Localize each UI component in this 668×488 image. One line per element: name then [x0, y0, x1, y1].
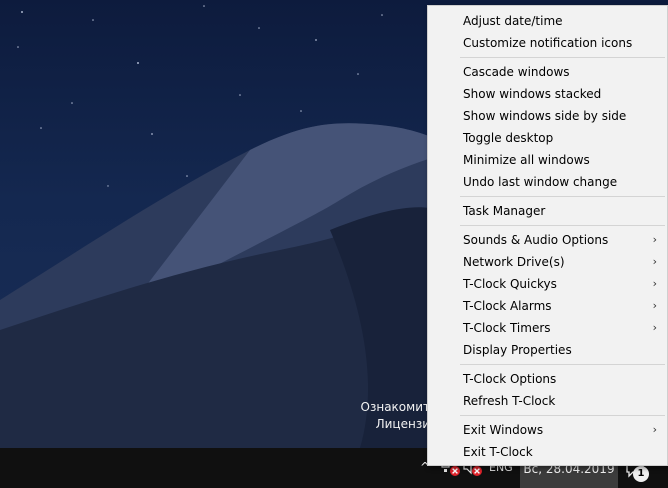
menu-separator	[460, 57, 665, 58]
menu-item-label: Sounds & Audio Options	[463, 233, 609, 247]
menu-item-toggle-desktop[interactable]: Toggle desktop	[429, 127, 667, 149]
menu-item-tclock-timers[interactable]: T-Clock Timers ›	[429, 317, 667, 339]
menu-item-label: Show windows stacked	[463, 87, 602, 101]
menu-item-show-windows-side-by-side[interactable]: Show windows side by side	[429, 105, 667, 127]
menu-item-tclock-alarms[interactable]: T-Clock Alarms ›	[429, 295, 667, 317]
menu-item-label: Undo last window change	[463, 175, 618, 189]
menu-separator	[460, 364, 665, 365]
notification-count-badge: 1	[633, 466, 649, 482]
tclock-context-menu: Adjust date/time Customize notification …	[427, 5, 668, 466]
menu-item-customize-notification-icons[interactable]: Customize notification icons	[429, 32, 667, 54]
menu-item-network-drives[interactable]: Network Drive(s) ›	[429, 251, 667, 273]
menu-item-label: Customize notification icons	[463, 36, 633, 50]
menu-item-cascade-windows[interactable]: Cascade windows	[429, 61, 667, 83]
menu-item-label: T-Clock Timers	[463, 321, 551, 335]
menu-item-label: Toggle desktop	[463, 131, 554, 145]
submenu-arrow-icon: ›	[652, 255, 657, 268]
submenu-arrow-icon: ›	[652, 321, 657, 334]
menu-item-label: T-Clock Alarms	[463, 299, 552, 313]
menu-item-adjust-date-time[interactable]: Adjust date/time	[429, 10, 667, 32]
menu-item-tclock-quickys[interactable]: T-Clock Quickys ›	[429, 273, 667, 295]
menu-separator	[460, 196, 665, 197]
submenu-arrow-icon: ›	[652, 233, 657, 246]
watermark-line-2: Лицензи	[375, 417, 430, 431]
menu-item-label: Refresh T-Clock	[463, 394, 556, 408]
menu-item-label: Task Manager	[463, 204, 546, 218]
menu-item-label: Minimize all windows	[463, 153, 590, 167]
submenu-arrow-icon: ›	[652, 299, 657, 312]
submenu-arrow-icon: ›	[652, 277, 657, 290]
activation-watermark: Ознакомит Лицензи	[361, 399, 430, 433]
menu-separator	[460, 225, 665, 226]
menu-item-tclock-options[interactable]: T-Clock Options	[429, 368, 667, 390]
menu-item-exit-tclock[interactable]: Exit T-Clock	[429, 441, 667, 463]
menu-item-minimize-all-windows[interactable]: Minimize all windows	[429, 149, 667, 171]
menu-item-sounds-audio-options[interactable]: Sounds & Audio Options ›	[429, 229, 667, 251]
menu-item-label: Adjust date/time	[463, 14, 563, 28]
menu-item-exit-windows[interactable]: Exit Windows ›	[429, 419, 667, 441]
menu-item-label: Exit Windows	[463, 423, 544, 437]
menu-item-label: T-Clock Quickys	[463, 277, 557, 291]
menu-item-label: Exit T-Clock	[463, 445, 533, 459]
menu-item-show-windows-stacked[interactable]: Show windows stacked	[429, 83, 667, 105]
menu-item-label: Display Properties	[463, 343, 572, 357]
menu-item-label: T-Clock Options	[463, 372, 557, 386]
menu-item-label: Cascade windows	[463, 65, 570, 79]
menu-item-label: Network Drive(s)	[463, 255, 565, 269]
menu-item-refresh-tclock[interactable]: Refresh T-Clock	[429, 390, 667, 412]
menu-separator	[460, 415, 665, 416]
menu-item-undo-window-change[interactable]: Undo last window change	[429, 171, 667, 193]
submenu-arrow-icon: ›	[652, 423, 657, 436]
menu-item-task-manager[interactable]: Task Manager	[429, 200, 667, 222]
menu-item-display-properties[interactable]: Display Properties	[429, 339, 667, 361]
watermark-line-1: Ознакомит	[360, 400, 430, 414]
menu-item-label: Show windows side by side	[463, 109, 627, 123]
